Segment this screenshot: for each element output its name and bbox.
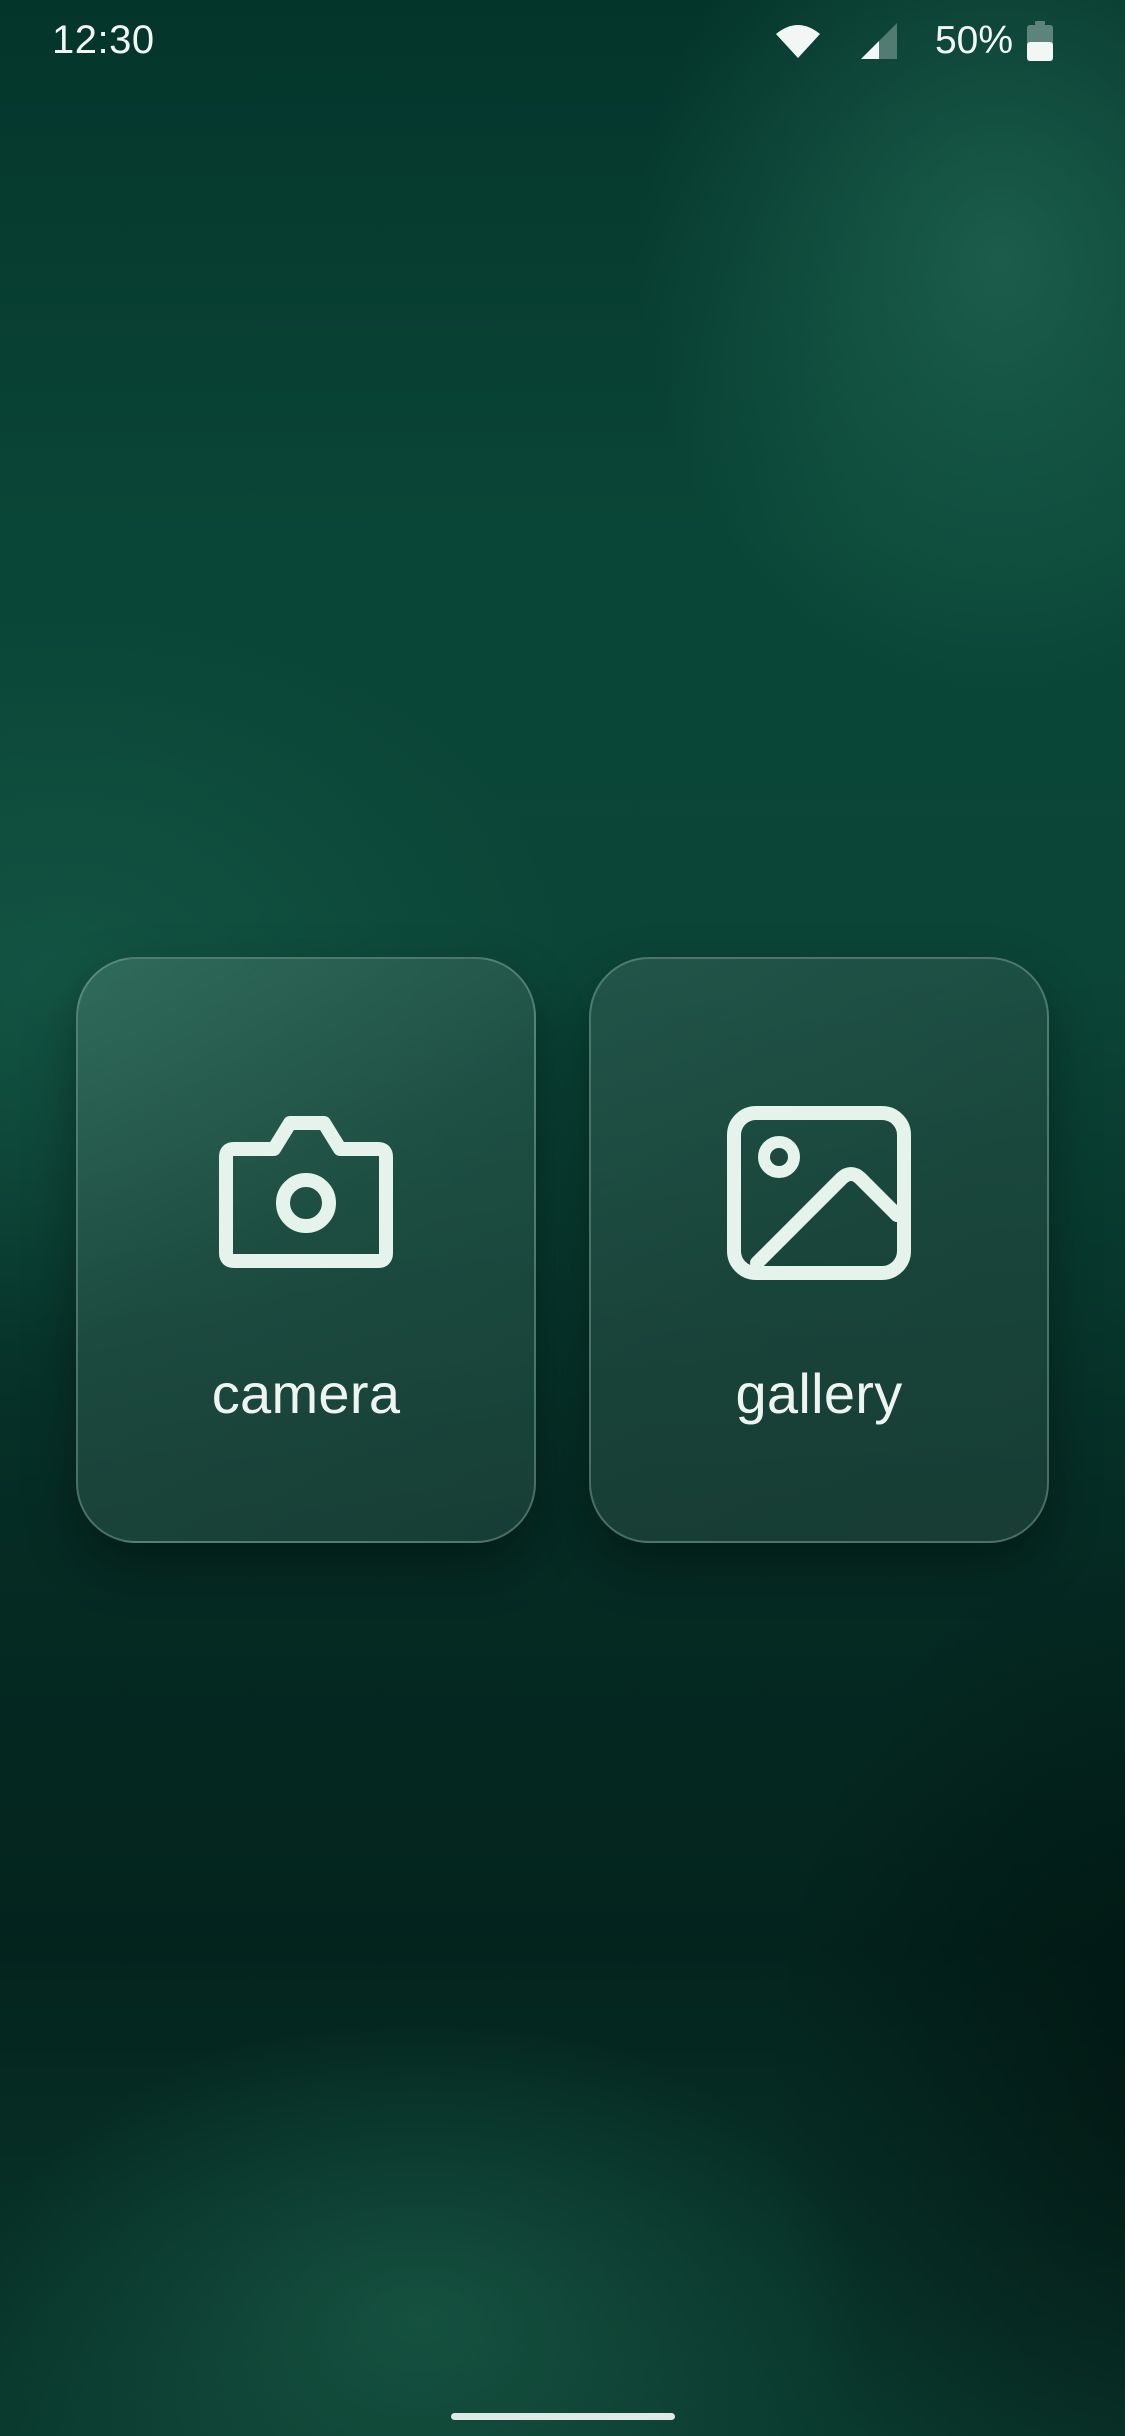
status-bar: 12:30 50% [0,0,1125,84]
status-time: 12:30 [52,18,155,62]
gallery-button[interactable]: gallery [589,957,1049,1543]
battery-percent: 50% [934,19,1013,62]
image-icon [727,1106,911,1280]
battery-icon [1027,21,1053,61]
home-indicator[interactable] [451,2413,675,2420]
camera-icon [219,1116,393,1268]
status-icons: 50% [775,16,1053,66]
wifi-icon [775,25,820,58]
cellular-signal-icon [860,23,897,59]
camera-label: camera [211,1362,401,1425]
camera-button[interactable]: camera [76,957,536,1543]
screen: 12:30 50% camera gallery [0,0,1125,2436]
gallery-label: gallery [735,1362,903,1425]
